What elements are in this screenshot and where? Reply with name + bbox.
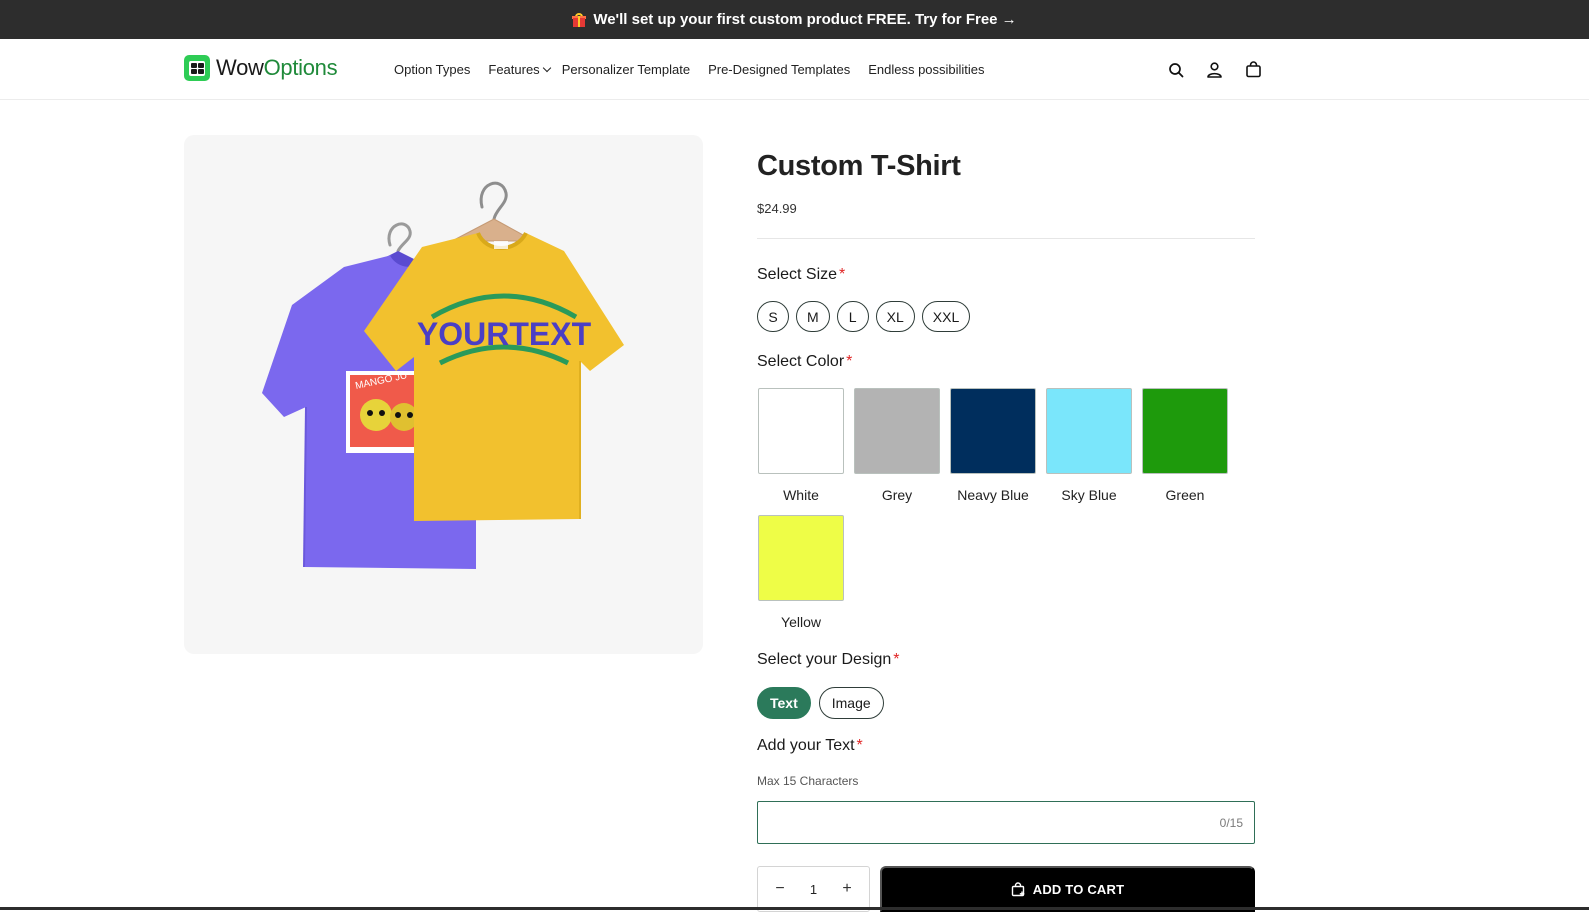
add-to-cart-label: ADD TO CART bbox=[1032, 881, 1125, 897]
size-options: S M L XL XXL bbox=[757, 301, 971, 332]
custom-text-input[interactable] bbox=[758, 802, 1254, 843]
text-label: Add your Text * bbox=[757, 737, 863, 755]
site-header: WowOptions Option Types Features Persona… bbox=[0, 39, 1589, 100]
size-option-l[interactable]: L bbox=[836, 301, 869, 332]
nav-personalizer-template[interactable]: Personalizer Template bbox=[562, 62, 690, 77]
color-name: Sky Blue bbox=[1061, 487, 1117, 503]
color-option-white[interactable]: White bbox=[757, 388, 845, 503]
color-option-sky-blue[interactable]: Sky Blue bbox=[1045, 388, 1133, 503]
front-shirt-print-text: YOURTEXT bbox=[417, 316, 592, 352]
cart-icon[interactable] bbox=[1243, 59, 1264, 80]
product-title: Custom T-Shirt bbox=[757, 150, 961, 182]
color-label: Select Color * bbox=[757, 353, 852, 371]
required-marker: * bbox=[839, 266, 846, 283]
color-name: White bbox=[783, 487, 819, 503]
color-label-text: Select Color bbox=[757, 353, 845, 370]
color-option-grey[interactable]: Grey bbox=[853, 388, 941, 503]
design-label: Select your Design * bbox=[757, 651, 900, 669]
cart-plus-icon bbox=[1011, 881, 1025, 896]
design-option-text[interactable]: Text bbox=[757, 687, 811, 719]
logo-text: WowOptions bbox=[216, 55, 338, 80]
nav-features-label: Features bbox=[488, 61, 540, 77]
color-swatch bbox=[1046, 388, 1132, 474]
product-price: $24.99 bbox=[757, 201, 797, 216]
quantity-stepper: − 1 + bbox=[757, 866, 870, 912]
size-option-s[interactable]: S bbox=[757, 301, 789, 332]
color-swatch bbox=[950, 388, 1036, 474]
nav-features[interactable]: Features bbox=[488, 61, 551, 77]
account-icon[interactable] bbox=[1204, 59, 1225, 80]
header-actions bbox=[1165, 59, 1264, 80]
search-icon[interactable] bbox=[1165, 59, 1186, 80]
add-to-cart-button[interactable]: ADD TO CART bbox=[880, 866, 1255, 912]
color-swatch bbox=[758, 515, 844, 601]
app-grid-icon bbox=[184, 55, 210, 81]
size-option-xl[interactable]: XL bbox=[875, 301, 915, 332]
color-name: Green bbox=[1165, 487, 1205, 503]
design-options: Text Image bbox=[757, 687, 884, 719]
required-marker: * bbox=[893, 651, 900, 668]
color-swatch bbox=[854, 388, 940, 474]
quantity-value[interactable]: 1 bbox=[810, 882, 817, 897]
gift-icon bbox=[572, 12, 587, 27]
t-shirts-illustration: MANGO JU YOURTEXT bbox=[262, 181, 624, 569]
nav-endless-possibilities[interactable]: Endless possibilities bbox=[868, 62, 984, 77]
size-label-text: Select Size bbox=[757, 266, 838, 283]
size-option-m[interactable]: M bbox=[796, 301, 830, 332]
nav-pre-designed-templates[interactable]: Pre-Designed Templates bbox=[708, 62, 850, 77]
nav-option-types[interactable]: Option Types bbox=[394, 62, 470, 77]
color-name: Yellow bbox=[781, 614, 821, 630]
size-label: Select Size * bbox=[757, 266, 845, 284]
text-hint: Max 15 Characters bbox=[757, 774, 859, 788]
announcement-text[interactable]: We'll set up your first custom product F… bbox=[593, 11, 1016, 28]
logo[interactable]: WowOptions bbox=[184, 55, 338, 81]
design-option-image[interactable]: Image bbox=[818, 687, 884, 719]
product-image[interactable]: MANGO JU YOURTEXT bbox=[184, 135, 703, 654]
design-label-text: Select your Design bbox=[757, 651, 892, 668]
main-nav: Option Types Features Personalizer Templ… bbox=[394, 39, 1003, 99]
color-option-navy-blue[interactable]: Neavy Blue bbox=[949, 388, 1037, 503]
chevron-down-icon bbox=[542, 63, 551, 72]
decrease-quantity-button[interactable]: − bbox=[770, 880, 790, 898]
required-marker: * bbox=[856, 737, 863, 754]
text-label-text: Add your Text bbox=[757, 737, 855, 754]
color-name: Grey bbox=[881, 487, 913, 503]
size-option-xxl[interactable]: XXL bbox=[921, 301, 971, 332]
custom-text-field: 0/15 bbox=[757, 801, 1255, 844]
increase-quantity-button[interactable]: + bbox=[837, 880, 857, 898]
color-swatch bbox=[758, 388, 844, 474]
product-info: Custom T-Shirt $24.99 Select Size * S M L… bbox=[757, 150, 1255, 912]
color-option-green[interactable]: Green bbox=[1141, 388, 1229, 503]
required-marker: * bbox=[846, 353, 853, 370]
color-swatch bbox=[1142, 388, 1228, 474]
color-name: Neavy Blue bbox=[957, 487, 1029, 503]
character-counter: 0/15 bbox=[1219, 816, 1243, 830]
divider bbox=[757, 238, 1255, 239]
color-option-yellow[interactable]: Yellow bbox=[757, 515, 845, 630]
announcement-bar[interactable]: We'll set up your first custom product F… bbox=[0, 0, 1589, 39]
